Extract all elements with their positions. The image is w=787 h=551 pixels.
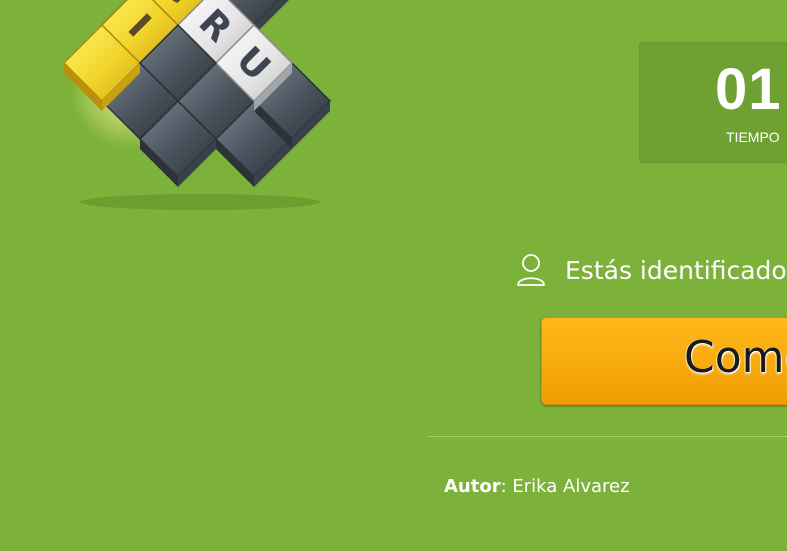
- crossword-logo: C I R U: [62, 0, 332, 210]
- divider: [429, 436, 787, 437]
- login-status[interactable]: Estás identificado: [516, 250, 787, 290]
- user-icon: [517, 254, 545, 286]
- start-button[interactable]: Come: [541, 317, 787, 405]
- author-line: Autor: Erika Alvarez: [444, 476, 630, 497]
- start-button-label: Come: [684, 332, 787, 383]
- timer-value: 01: [715, 57, 782, 122]
- login-status-text: Estás identificado: [565, 255, 787, 285]
- timer-label: TIEMPO: [726, 129, 780, 145]
- page: C I R U 01 TIEMPO Estás identificado Com…: [0, 0, 787, 551]
- author-key: Autor: [444, 476, 501, 497]
- author-separator: :: [500, 476, 513, 497]
- author-name: Erika Alvarez: [512, 476, 630, 497]
- timer-panel: 01 TIEMPO: [639, 42, 787, 163]
